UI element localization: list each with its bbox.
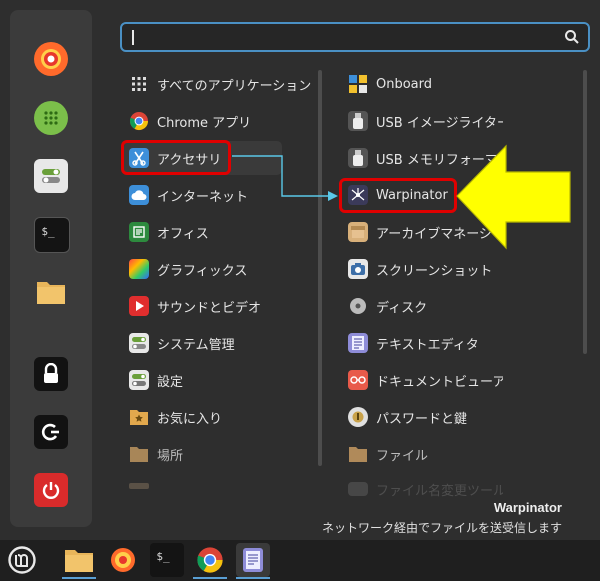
yellow-arrow	[456, 144, 571, 250]
annotation-overlay	[232, 144, 571, 250]
connector-line	[232, 155, 330, 197]
mint-menu-icon[interactable]	[5, 543, 39, 577]
taskbar-terminal-icon[interactable]: $_	[150, 543, 184, 577]
taskbar-files-icon[interactable]	[62, 543, 96, 577]
running-indicator	[193, 577, 227, 579]
running-indicator	[62, 577, 96, 579]
connector-arrowhead	[328, 191, 338, 201]
taskbar-chrome-icon[interactable]	[193, 543, 227, 577]
taskbar-firefox-icon[interactable]	[106, 543, 140, 577]
running-indicator	[236, 577, 270, 579]
taskbar-text-editor-icon[interactable]	[236, 543, 270, 577]
